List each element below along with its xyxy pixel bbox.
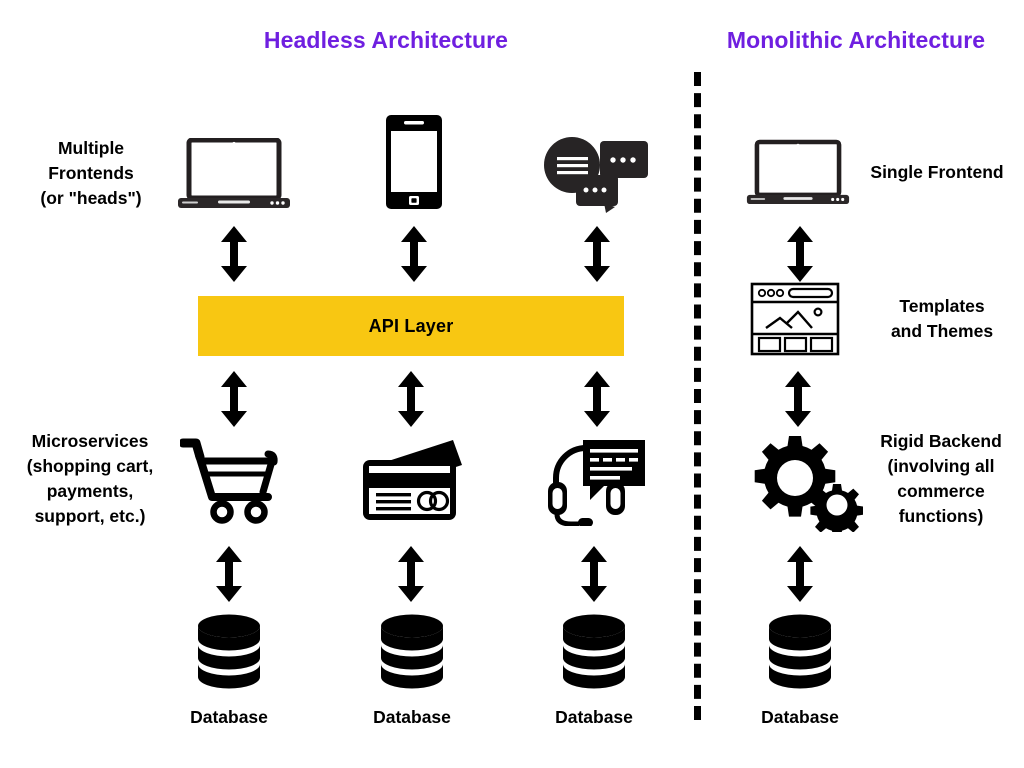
database-label: Database [373,707,451,727]
connector-arrow [394,546,428,607]
database-label: Database [761,707,839,727]
credit-card-icon [361,438,467,527]
label-rigid-backend: Rigid Backend (involving all commerce fu… [858,429,1024,529]
diagram-canvas: Headless Architecture Monolithic Archite… [0,0,1024,768]
label-single-frontend: Single Frontend [856,160,1018,185]
connector-arrow [212,546,246,607]
label-line: and Themes [890,321,994,341]
connector-arrow [781,371,815,432]
shopping-cart-icon [178,434,278,531]
browser-template-icon [750,282,840,361]
label-line: (shopping cart, [26,456,154,476]
label-microservices: Microservices (shopping cart, payments, … [2,429,178,529]
support-headset-icon [546,438,646,531]
label-line: Multiple [57,138,125,158]
connector-arrow [783,546,817,607]
label-line: Frontends [48,163,134,183]
database-label: Database [555,707,633,727]
label-line: Microservices [31,431,149,451]
database-icon [379,613,445,696]
api-layer-bar[interactable]: API Layer [198,296,624,356]
label-line: (or "heads") [40,188,142,208]
connector-arrow [397,226,431,287]
label-line: functions) [898,506,984,526]
database-label: Database [190,707,268,727]
laptop-icon [746,138,850,213]
database-icon [767,613,833,696]
label-line: support, etc.) [34,506,146,526]
monolithic-architecture-title: Monolithic Architecture [726,27,986,53]
label-templates-and-themes: Templates and Themes [862,294,1022,344]
api-layer-label: API Layer [368,315,454,336]
label-line: payments, [46,481,134,501]
connector-arrow [783,226,817,287]
database-icon [561,613,627,696]
section-divider [694,72,701,720]
connector-arrow [217,371,251,432]
connector-arrow [577,546,611,607]
connector-arrow [580,371,614,432]
headless-architecture-title: Headless Architecture [263,27,509,53]
smartphone-icon [384,114,444,215]
chat-bubbles-icon [542,135,650,218]
database-icon [196,613,262,696]
connector-arrow [394,371,428,432]
connector-arrow [217,226,251,287]
label-line: (involving all [887,456,995,476]
label-line: commerce [897,481,985,501]
laptop-icon [177,137,291,215]
connector-arrow [580,226,614,287]
label-multiple-frontends: Multiple Frontends (or "heads") [8,136,174,211]
label-line: Rigid Backend [880,431,1002,451]
label-line: Templates [899,296,985,316]
label-line: Single Frontend [870,162,1004,182]
gears-icon [745,434,864,538]
